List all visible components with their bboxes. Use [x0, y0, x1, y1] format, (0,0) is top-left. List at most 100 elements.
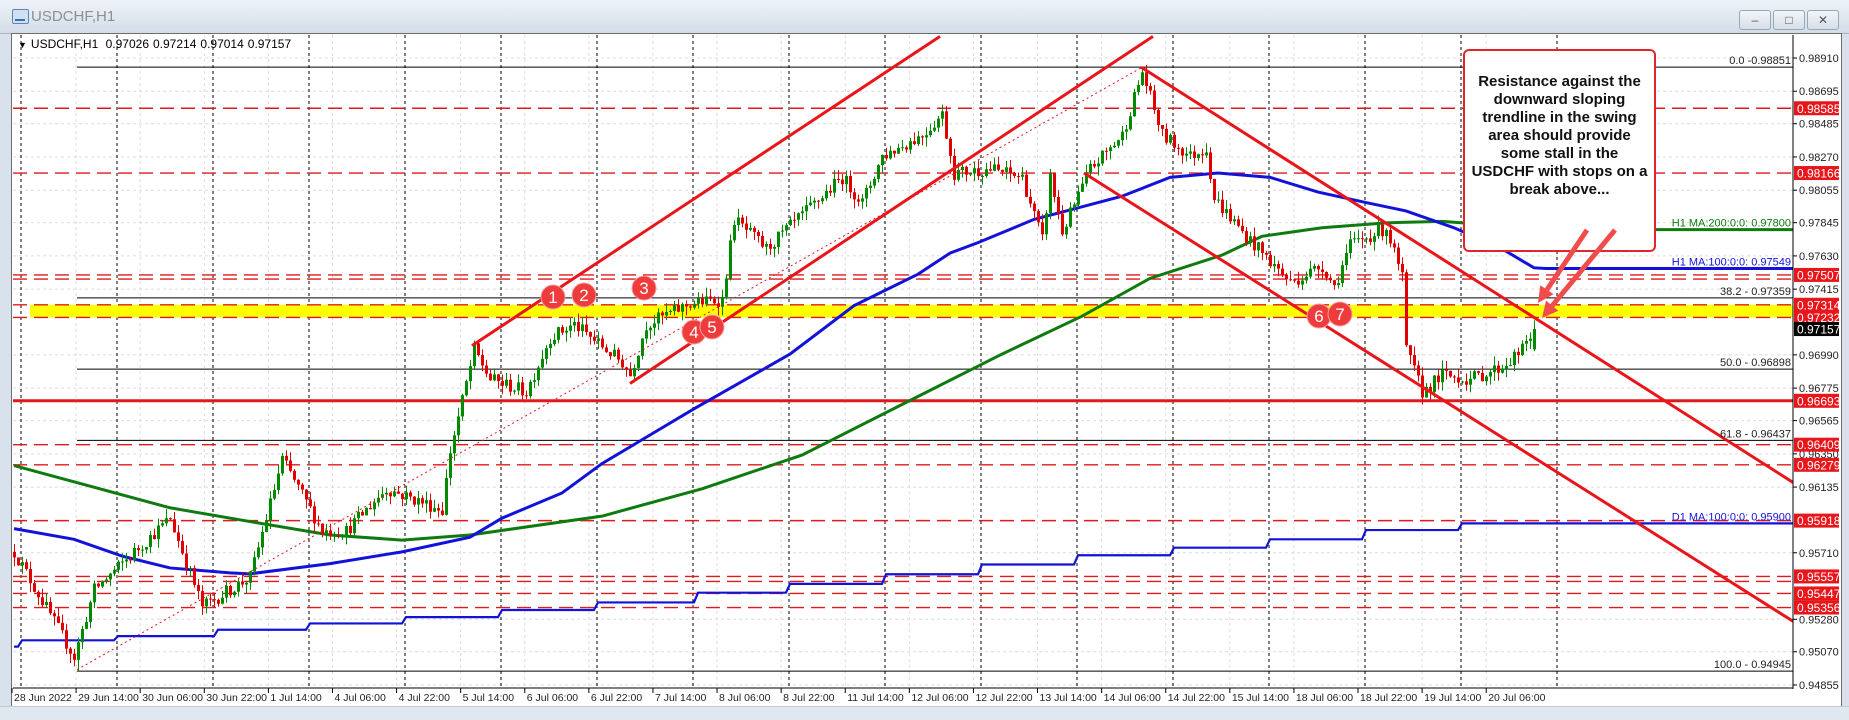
candle-body	[1077, 191, 1080, 205]
candle-body	[405, 492, 408, 500]
candle-body	[1313, 266, 1316, 269]
candle-body	[1465, 381, 1468, 385]
time-axis-label: 11 Jul 14:00	[847, 692, 904, 704]
candle-body	[1025, 174, 1028, 197]
candle-body	[1209, 152, 1212, 179]
candle-body	[781, 230, 784, 232]
chart-header-dropdown-icon[interactable]: ▼	[18, 40, 27, 50]
price-axis-label: 0.97415	[1799, 284, 1839, 296]
candle-body	[1505, 366, 1508, 370]
candle-body	[1033, 203, 1036, 212]
candle-body	[773, 246, 776, 249]
candle-body	[393, 491, 396, 497]
candle-body	[865, 188, 868, 199]
candle-body	[1437, 375, 1440, 383]
price-axis-label: 0.98055	[1799, 185, 1839, 197]
fibonacci-label: 38.2 - 0.97359	[1720, 286, 1791, 298]
candle-body	[925, 135, 928, 138]
candle-body	[433, 508, 436, 512]
candle-body	[557, 327, 560, 340]
candle-body	[1513, 351, 1516, 366]
candle-body	[97, 583, 100, 587]
candle-body	[297, 479, 300, 485]
candle-body	[1073, 204, 1076, 208]
price-axis-label: 0.96135	[1799, 482, 1839, 494]
candle-body	[445, 477, 448, 515]
time-axis-label: 18 Jul 22:00	[1360, 692, 1417, 704]
candle-body	[177, 532, 180, 541]
time-axis-label: 30 Jun 22:00	[206, 692, 267, 704]
candle-body	[505, 379, 508, 386]
candle-body	[341, 536, 344, 538]
candle-body	[1321, 269, 1324, 272]
annotation-line: area should provide	[1488, 127, 1631, 144]
candle-body	[1433, 375, 1436, 392]
candle-body	[529, 381, 532, 397]
candle-body	[1101, 150, 1104, 164]
candle-body	[1293, 279, 1296, 281]
price-tag-label: 0.96693	[1797, 394, 1841, 408]
candle-body	[1193, 151, 1196, 158]
candle-body	[1177, 147, 1180, 149]
candle-body	[921, 136, 924, 138]
candle-body	[1109, 147, 1112, 152]
candle-body	[1301, 280, 1304, 285]
candle-body	[517, 382, 520, 391]
candle-body	[1201, 154, 1204, 156]
candle-body	[321, 523, 324, 534]
trendline-descending-trendline-lower[interactable]	[1083, 171, 1793, 623]
candle-body	[201, 591, 204, 607]
candle-body	[1089, 164, 1092, 173]
candle-body	[625, 367, 628, 370]
candle-body	[985, 169, 988, 177]
candle-body	[637, 355, 640, 369]
candle-body	[573, 321, 576, 326]
candle-body	[29, 568, 32, 584]
candle-body	[1521, 343, 1524, 356]
price-axis-label: 0.95280	[1799, 614, 1839, 626]
candle-body	[481, 355, 484, 366]
candle-body	[897, 147, 900, 154]
candle-body	[333, 535, 336, 537]
candle-body	[33, 583, 36, 592]
candle-body	[1153, 90, 1156, 111]
candle-body	[709, 296, 712, 299]
candle-body	[845, 175, 848, 185]
time-axis-label: 8 Jul 06:00	[719, 692, 771, 704]
time-axis-label: 14 Jul 22:00	[1168, 692, 1225, 704]
candle-body	[429, 500, 432, 512]
candle-body	[1113, 145, 1116, 148]
candle-body	[69, 648, 72, 654]
candle-body	[337, 535, 340, 537]
candle-body	[273, 489, 276, 499]
candle-body	[1045, 213, 1048, 235]
ohlc-close: 0.97157	[247, 37, 292, 51]
candle-body	[73, 653, 76, 660]
candle-body	[525, 395, 528, 397]
candle-body	[1105, 150, 1108, 152]
ohlc-high: 0.97214	[153, 37, 197, 51]
candle-body	[1057, 196, 1060, 214]
time-axis-label: 15 Jul 14:00	[1232, 692, 1289, 704]
candle-body	[361, 511, 364, 516]
candle-body	[237, 581, 240, 592]
candle-body	[1317, 266, 1320, 270]
candle-body	[885, 155, 888, 159]
candle-body	[1397, 247, 1400, 264]
candle-body	[1377, 224, 1380, 237]
candle-body	[77, 642, 80, 660]
candle-body	[997, 164, 1000, 170]
candle-body	[377, 497, 380, 503]
candle-body	[1333, 280, 1336, 286]
candle-body	[1129, 116, 1132, 130]
candle-body	[657, 312, 660, 324]
candle-body	[489, 373, 492, 381]
candle-body	[221, 597, 224, 604]
candle-body	[181, 540, 184, 554]
candle-body	[577, 321, 580, 332]
candle-body	[1473, 371, 1476, 379]
candle-body	[1121, 131, 1124, 141]
candle-body	[369, 507, 372, 510]
time-axis-label: 4 Jul 06:00	[334, 692, 386, 704]
candle-body	[561, 327, 564, 333]
